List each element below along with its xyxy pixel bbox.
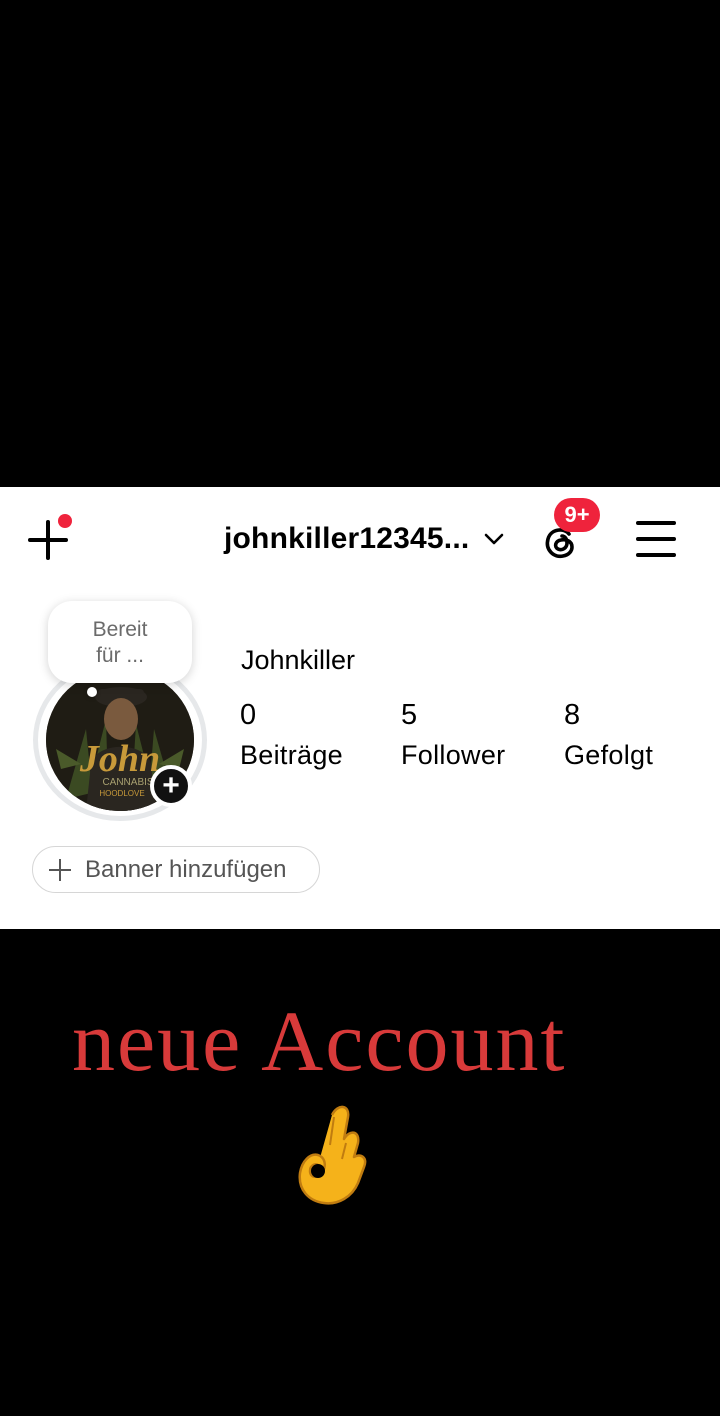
svg-text:John: John	[79, 738, 160, 780]
note-bubble[interactable]: Bereit für ...	[48, 601, 192, 683]
plus-icon: +	[162, 769, 180, 802]
svg-text:HOODLOVE: HOODLOVE	[99, 789, 144, 798]
hamburger-menu-icon[interactable]	[634, 519, 678, 559]
chevron-down-icon	[485, 533, 504, 545]
stat-posts[interactable]: 0 Beiträge	[240, 697, 343, 777]
stat-following[interactable]: 8 Gefolgt	[564, 697, 653, 777]
add-story-button[interactable]: +	[150, 765, 192, 807]
svg-text:CANNABIS: CANNABIS	[102, 777, 153, 788]
create-post-button[interactable]	[24, 514, 72, 565]
stat-followers[interactable]: 5 Follower	[401, 697, 505, 777]
display-name: Johnkiller	[241, 645, 356, 675]
new-indicator-dot	[58, 514, 72, 528]
bottom-black-area: neue Account	[0, 929, 720, 1416]
username: johnkiller12345...	[224, 522, 470, 555]
top-black-area	[0, 0, 720, 487]
ok-hand-emoji	[298, 1105, 367, 1205]
caption-text: neue Account	[72, 993, 567, 1089]
note-bubble-tail	[87, 687, 97, 697]
notification-badge[interactable]: 9+	[554, 498, 600, 532]
plus-icon	[49, 858, 71, 881]
profile-panel: johnkiller12345... 9+ John CANNABIS HOOD…	[0, 487, 720, 929]
add-banner-button[interactable]: Banner hinzufügen	[32, 846, 320, 893]
account-switcher[interactable]: johnkiller12345...	[224, 519, 507, 559]
